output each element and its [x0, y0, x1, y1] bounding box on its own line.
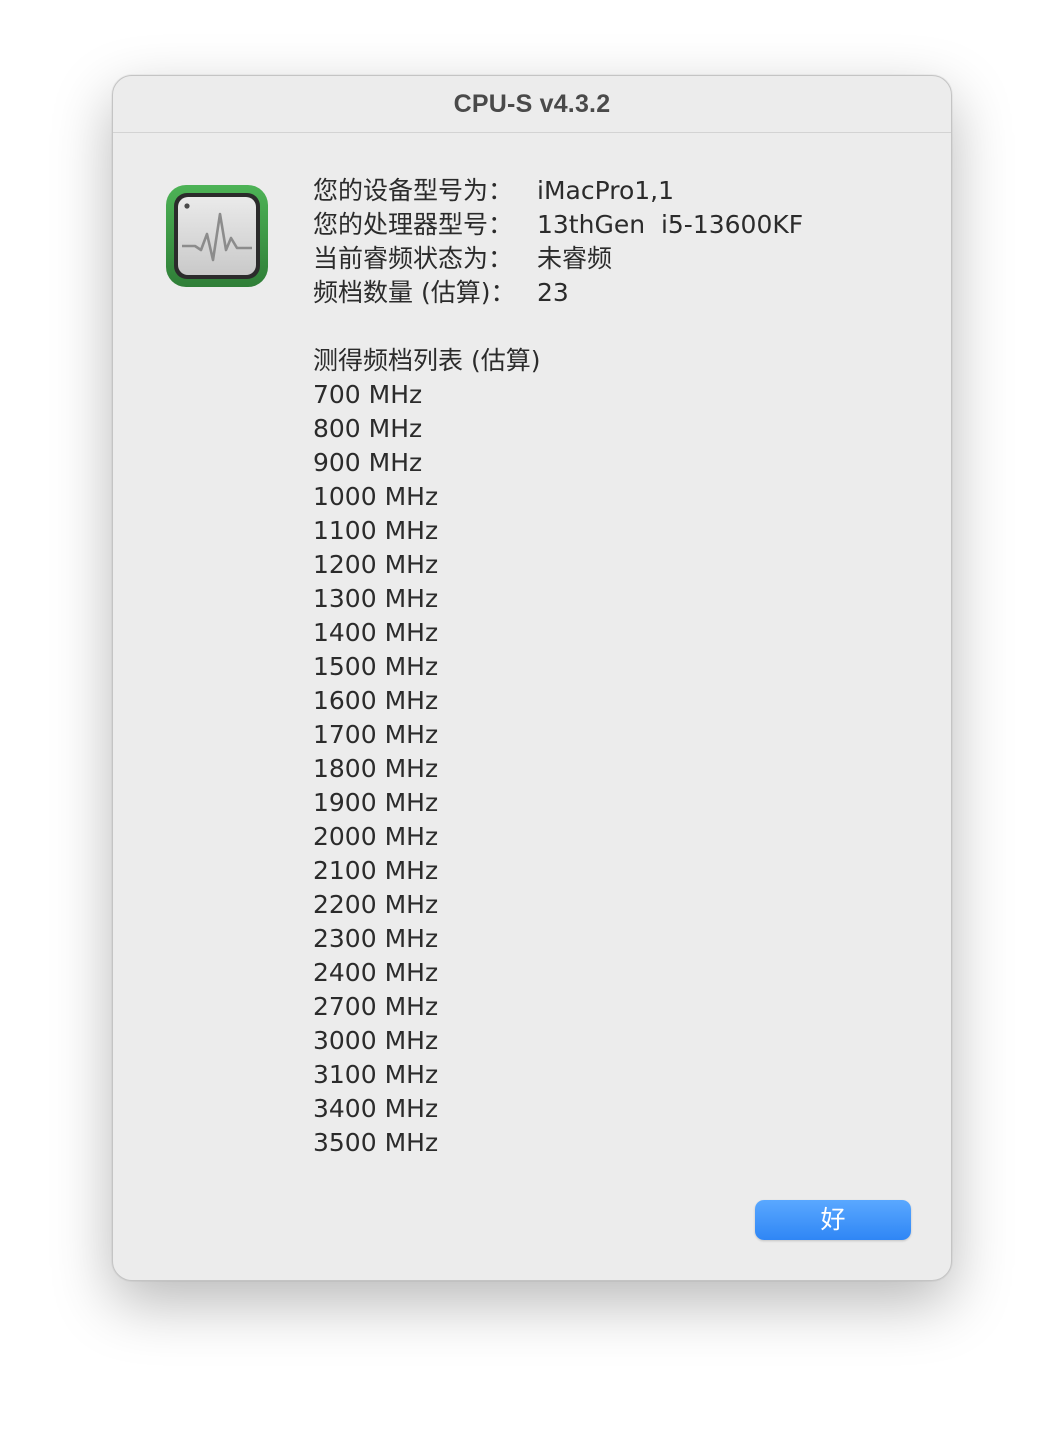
info-label: 您的设备型号为：	[313, 176, 514, 205]
freq-item: 2100 MHz	[313, 856, 439, 885]
freq-item: 2000 MHz	[313, 822, 439, 851]
freq-item: 1000 MHz	[313, 482, 439, 511]
activity-monitor-icon	[166, 185, 268, 287]
freq-item: 1600 MHz	[313, 686, 439, 715]
frequency-list: 测得频档列表 (估算) 700 MHz 800 MHz 900 MHz 1000…	[313, 344, 540, 1160]
freq-item: 1200 MHz	[313, 550, 439, 579]
device-info: 您的设备型号为： iMacPro1,1 您的处理器型号： 13thGen i5-13…	[313, 174, 803, 310]
freq-item: 1300 MHz	[313, 584, 439, 613]
freq-item: 1800 MHz	[313, 754, 439, 783]
info-row-turbo-status: 当前睿频状态为： 未睿频	[313, 242, 803, 276]
freq-item: 3100 MHz	[313, 1060, 439, 1089]
info-label: 当前睿频状态为：	[313, 244, 514, 273]
freq-item: 1700 MHz	[313, 720, 439, 749]
info-value: iMacPro1,1	[537, 176, 674, 205]
titlebar[interactable]: CPU-S v4.3.2	[113, 76, 951, 133]
info-label: 频档数量 (估算)：	[313, 278, 516, 307]
freq-item: 3000 MHz	[313, 1026, 439, 1055]
freq-item: 2300 MHz	[313, 924, 439, 953]
freq-item: 3400 MHz	[313, 1094, 439, 1123]
info-row-device-model: 您的设备型号为： iMacPro1,1	[313, 174, 803, 208]
freq-item: 2700 MHz	[313, 992, 439, 1021]
alert-dialog: CPU-S v4.3.2 您的设备型号为： iMacPro1,1 您的处理器型号：…	[112, 75, 952, 1281]
info-row-processor: 您的处理器型号： 13thGen i5-13600KF	[313, 208, 803, 242]
window-title: CPU-S v4.3.2	[453, 90, 611, 118]
info-row-freq-count: 频档数量 (估算)： 23	[313, 276, 803, 310]
info-value: 未睿频	[537, 244, 613, 273]
freq-item: 1500 MHz	[313, 652, 439, 681]
ok-button[interactable]: 好	[755, 1200, 911, 1240]
freq-item: 700 MHz	[313, 380, 423, 409]
freq-item: 1900 MHz	[313, 788, 439, 817]
freq-item: 900 MHz	[313, 448, 423, 477]
freq-item: 2200 MHz	[313, 890, 439, 919]
info-value: 23	[537, 278, 569, 307]
frequency-list-heading: 测得频档列表 (估算)	[313, 346, 541, 375]
freq-item: 1400 MHz	[313, 618, 439, 647]
freq-item: 1100 MHz	[313, 516, 439, 545]
freq-item: 2400 MHz	[313, 958, 439, 987]
info-value: 13thGen i5-13600KF	[537, 210, 804, 239]
info-label: 您的处理器型号：	[313, 210, 514, 239]
freq-item: 800 MHz	[313, 414, 423, 443]
freq-item: 3500 MHz	[313, 1128, 439, 1157]
